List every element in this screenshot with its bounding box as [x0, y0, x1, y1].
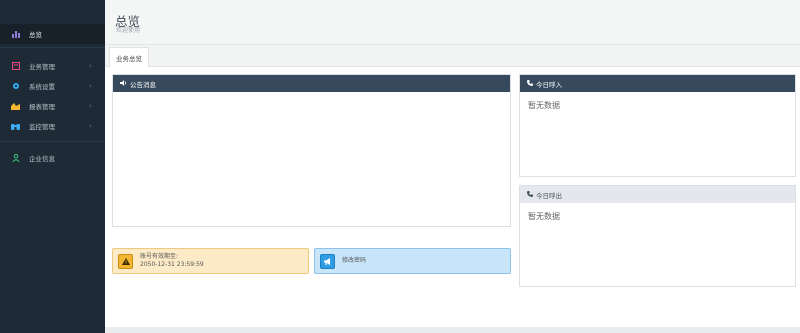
chevron-right-icon: ›	[89, 102, 92, 110]
sidebar-divider	[0, 141, 105, 142]
calls-out-panel-header: 今日呼出	[520, 186, 795, 203]
bar-chart-icon	[11, 30, 20, 39]
tab-bar: 业务总览	[105, 45, 800, 68]
binoculars-icon	[11, 122, 20, 131]
notice-panel-title: 公告消息	[130, 80, 156, 89]
warning-icon	[118, 254, 133, 269]
footer-bar	[105, 327, 800, 333]
sidebar-item-label: 总览	[29, 31, 42, 39]
sidebar-item-settings[interactable]: 系统设置 ›	[0, 76, 105, 96]
tab-business-overview[interactable]: 业务总览	[109, 47, 149, 68]
sidebar-item-business[interactable]: 业务管理 ›	[0, 56, 105, 76]
page-header: 总览 欢迎使用	[105, 0, 800, 45]
phone-icon	[527, 79, 533, 88]
sidebar-item-company[interactable]: 企业信息	[0, 148, 105, 168]
calls-in-panel-title: 今日呼入	[536, 80, 562, 89]
sidebar-item-overview[interactable]: 总览	[0, 24, 105, 44]
sidebar-item-monitor[interactable]: 监控管理 ›	[0, 116, 105, 136]
notice-panel-header: 公告消息	[113, 75, 510, 92]
bullhorn-icon	[320, 254, 335, 269]
chevron-right-icon: ›	[89, 122, 92, 130]
account-expiry-value: 2050-12-31 23:59:59	[140, 261, 204, 268]
account-expiry-card: 账号有效期至: 2050-12-31 23:59:59	[112, 248, 309, 274]
user-icon	[11, 154, 20, 163]
calls-out-panel-title: 今日呼出	[536, 191, 562, 200]
sidebar-item-label: 业务管理	[29, 63, 55, 71]
sidebar-divider	[0, 47, 105, 48]
area-chart-icon	[11, 102, 20, 111]
sidebar-item-label: 监控管理	[29, 123, 55, 131]
gear-icon	[11, 82, 20, 91]
sidebar-item-label: 报表管理	[29, 103, 55, 111]
sidebar-item-reports[interactable]: 报表管理 ›	[0, 96, 105, 116]
clipboard-icon	[11, 62, 20, 71]
notice-panel: 公告消息	[112, 74, 511, 227]
calls-in-empty: 暂无数据	[528, 101, 560, 110]
chevron-right-icon: ›	[89, 62, 92, 70]
sidebar-item-label: 系统设置	[29, 83, 55, 91]
account-expiry-label: 账号有效期至:	[140, 252, 179, 260]
calls-out-empty: 暂无数据	[528, 212, 560, 221]
change-password-button[interactable]: 修改密码	[314, 248, 511, 274]
calls-in-panel: 今日呼入 暂无数据	[519, 74, 796, 177]
phone-icon	[527, 190, 533, 199]
change-password-label: 修改密码	[342, 256, 367, 264]
account-expiry-text: 账号有效期至: 2050-12-31 23:59:59	[140, 253, 204, 270]
page-subtitle: 欢迎使用	[116, 27, 141, 34]
calls-in-panel-header: 今日呼入	[520, 75, 795, 92]
main-content: 公告消息 今日呼入 暂无数据 今日呼出 暂无数据 账号有效期至: 2050-12…	[105, 67, 800, 333]
sidebar: 总览 业务管理 › 系统设置 › 报表管理 › 监控管理 › 企业信息	[0, 0, 105, 333]
calls-out-panel: 今日呼出 暂无数据	[519, 185, 796, 287]
sidebar-item-label: 企业信息	[29, 155, 55, 163]
chevron-right-icon: ›	[89, 82, 92, 90]
megaphone-icon	[120, 79, 127, 88]
